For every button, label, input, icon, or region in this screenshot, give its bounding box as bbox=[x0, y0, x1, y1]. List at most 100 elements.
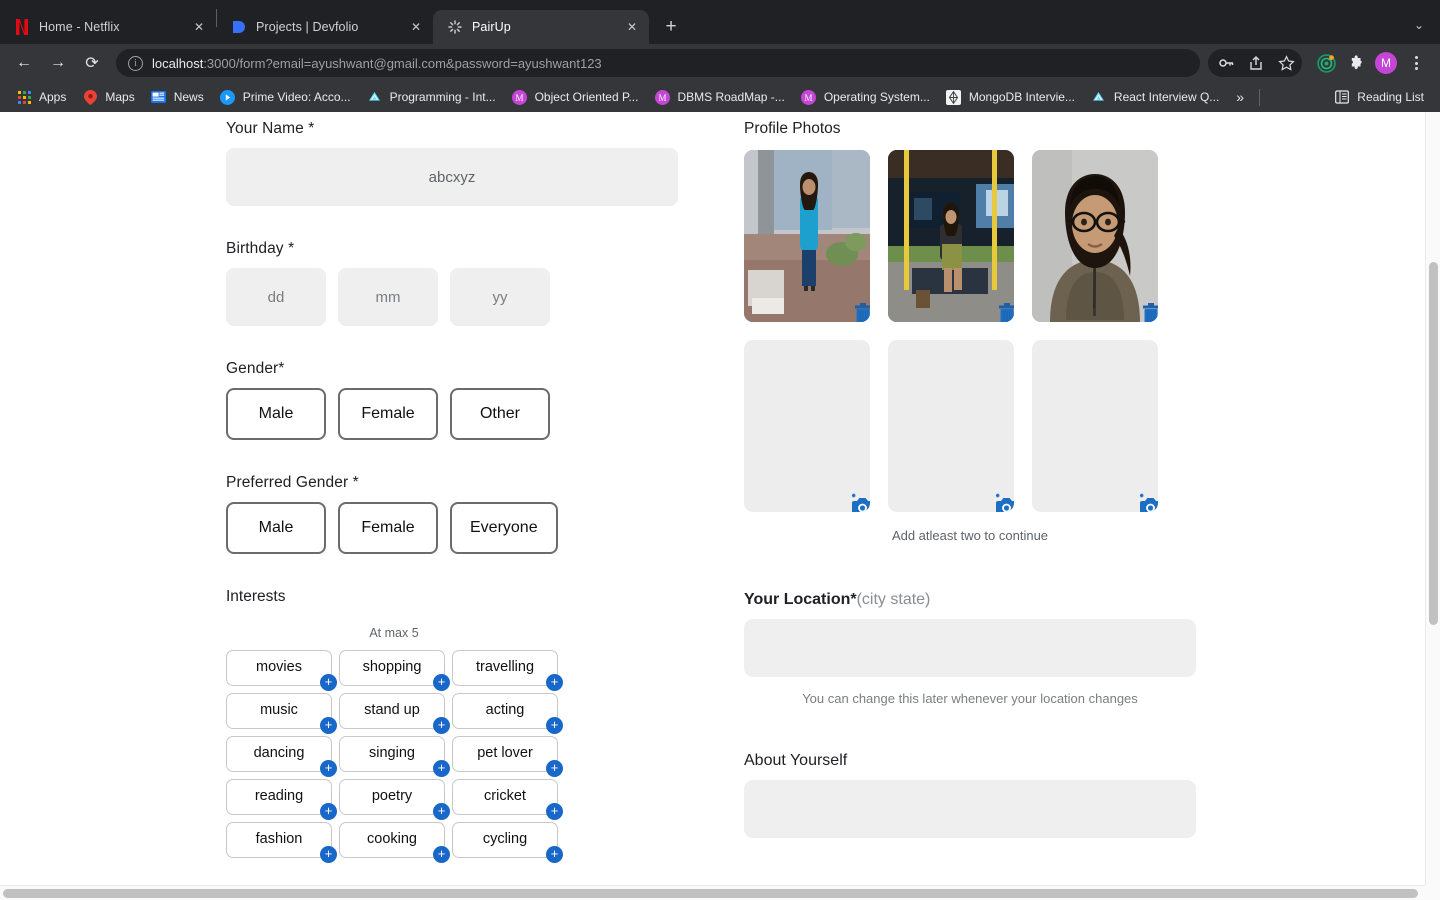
plus-icon[interactable]: + bbox=[546, 674, 563, 691]
interest-chip[interactable]: dancing + bbox=[226, 736, 337, 777]
close-icon[interactable]: ✕ bbox=[190, 18, 208, 36]
close-icon[interactable]: ✕ bbox=[407, 18, 425, 36]
address-bar-url: localhost:3000/form?email=ayushwant@gmai… bbox=[152, 56, 602, 71]
password-key-icon[interactable] bbox=[1212, 49, 1240, 77]
bookmark-item-prime-video[interactable]: Prime Video: Acco... bbox=[212, 86, 359, 108]
interest-chip[interactable]: shopping + bbox=[339, 650, 450, 691]
interest-chip[interactable]: cricket + bbox=[452, 779, 563, 820]
interest-chip[interactable]: poetry + bbox=[339, 779, 450, 820]
plus-icon[interactable]: + bbox=[433, 717, 450, 734]
plus-icon[interactable]: + bbox=[546, 846, 563, 863]
close-icon[interactable]: ✕ bbox=[623, 18, 641, 36]
svg-text:M: M bbox=[805, 93, 813, 103]
location-input[interactable] bbox=[744, 619, 1196, 677]
add-photo-camera-icon[interactable] bbox=[992, 490, 1014, 512]
add-photo-camera-icon[interactable] bbox=[848, 490, 870, 512]
preferred-gender-option-male[interactable]: Male bbox=[226, 502, 326, 554]
profile-photo-slot-filled[interactable] bbox=[888, 150, 1014, 322]
interest-chip[interactable]: movies + bbox=[226, 650, 337, 691]
plus-icon[interactable]: + bbox=[320, 803, 337, 820]
interest-chip[interactable]: pet lover + bbox=[452, 736, 563, 777]
profile-photo-grid bbox=[744, 150, 1360, 512]
interest-chip[interactable]: cycling + bbox=[452, 822, 563, 863]
delete-trash-icon[interactable] bbox=[1136, 300, 1158, 322]
medium-bookmark-icon bbox=[1091, 89, 1107, 105]
name-input[interactable]: abcxyz bbox=[226, 148, 678, 206]
extensions-puzzle-icon[interactable] bbox=[1342, 49, 1370, 77]
plus-icon[interactable]: + bbox=[320, 846, 337, 863]
reload-button[interactable]: ⟳ bbox=[78, 49, 106, 77]
browser-tab-devfolio[interactable]: Projects | Devfolio ✕ bbox=[217, 10, 433, 44]
browser-menu-icon[interactable] bbox=[1402, 49, 1430, 77]
birthday-month-input[interactable]: mm bbox=[338, 268, 438, 326]
forward-button[interactable]: → bbox=[44, 49, 72, 77]
plus-icon[interactable]: + bbox=[320, 760, 337, 777]
plus-icon[interactable]: + bbox=[433, 760, 450, 777]
profile-photo-slot-empty[interactable] bbox=[744, 340, 870, 512]
bookmark-item-mongodb[interactable]: MongoDB Intervie... bbox=[938, 86, 1083, 108]
interest-chip[interactable]: music + bbox=[226, 693, 337, 734]
new-tab-button[interactable]: + bbox=[657, 13, 685, 41]
bookmark-item-programming[interactable]: Programming - Int... bbox=[359, 86, 504, 108]
extension-target-icon[interactable] bbox=[1312, 49, 1340, 77]
plus-icon[interactable]: + bbox=[320, 674, 337, 691]
interest-chip[interactable]: fashion + bbox=[226, 822, 337, 863]
tab-title: Home - Netflix bbox=[39, 20, 120, 34]
preferred-gender-option-female[interactable]: Female bbox=[338, 502, 438, 554]
bookmark-item-news[interactable]: News bbox=[143, 86, 212, 108]
birthday-year-input[interactable]: yy bbox=[450, 268, 550, 326]
browser-tab-netflix[interactable]: Home - Netflix ✕ bbox=[0, 10, 216, 44]
plus-icon[interactable]: + bbox=[433, 674, 450, 691]
bookmark-item-oop[interactable]: M Object Oriented P... bbox=[504, 86, 647, 108]
delete-trash-icon[interactable] bbox=[992, 300, 1014, 322]
horizontal-scrollbar-thumb[interactable] bbox=[3, 889, 1418, 898]
plus-icon[interactable]: + bbox=[320, 717, 337, 734]
devfolio-icon bbox=[231, 19, 247, 35]
bookmark-item-dbms[interactable]: M DBMS RoadMap -... bbox=[646, 86, 792, 108]
interest-chip[interactable]: travelling + bbox=[452, 650, 563, 691]
gender-option-male[interactable]: Male bbox=[226, 388, 326, 440]
interest-chip[interactable]: singing + bbox=[339, 736, 450, 777]
reading-list-button[interactable]: Reading List bbox=[1326, 86, 1432, 108]
add-photo-camera-icon[interactable] bbox=[1136, 490, 1158, 512]
address-bar[interactable]: i localhost:3000/form?email=ayushwant@gm… bbox=[116, 49, 1200, 77]
bookmarks-overflow-button[interactable]: » bbox=[1227, 86, 1253, 108]
about-textarea[interactable] bbox=[744, 780, 1196, 838]
birthday-day-input[interactable]: dd bbox=[226, 268, 326, 326]
plus-icon[interactable]: + bbox=[433, 846, 450, 863]
delete-trash-icon[interactable] bbox=[848, 300, 870, 322]
bookmark-star-icon[interactable] bbox=[1272, 49, 1300, 77]
vertical-scrollbar-thumb[interactable] bbox=[1429, 262, 1438, 625]
interest-label: shopping bbox=[362, 659, 422, 675]
horizontal-scrollbar[interactable] bbox=[0, 885, 1425, 900]
share-icon[interactable] bbox=[1242, 49, 1270, 77]
plus-icon[interactable]: + bbox=[546, 803, 563, 820]
profile-photo-slot-filled[interactable] bbox=[1032, 150, 1158, 322]
bookmark-item-maps[interactable]: Maps bbox=[74, 86, 142, 108]
tab-title: PairUp bbox=[472, 20, 511, 34]
preferred-gender-option-everyone[interactable]: Everyone bbox=[450, 502, 558, 554]
interest-chip[interactable]: reading + bbox=[226, 779, 337, 820]
plus-icon[interactable]: + bbox=[546, 717, 563, 734]
plus-icon[interactable]: + bbox=[546, 760, 563, 777]
interest-chip[interactable]: acting + bbox=[452, 693, 563, 734]
site-info-icon[interactable]: i bbox=[128, 55, 143, 71]
chevron-down-icon[interactable]: ⌄ bbox=[1408, 14, 1430, 36]
avatar[interactable]: M bbox=[1372, 49, 1400, 77]
profile-photo-slot-filled[interactable] bbox=[744, 150, 870, 322]
bookmarks-bar: Apps Maps News Prime Video: Acco... Prog bbox=[0, 82, 1440, 112]
bookmark-item-operating-systems[interactable]: M Operating System... bbox=[793, 86, 938, 108]
browser-tab-pairup[interactable]: PairUp ✕ bbox=[433, 10, 649, 44]
profile-photo-slot-empty[interactable] bbox=[888, 340, 1014, 512]
interest-chip[interactable]: cooking + bbox=[339, 822, 450, 863]
gender-option-female[interactable]: Female bbox=[338, 388, 438, 440]
vertical-scrollbar[interactable] bbox=[1425, 112, 1440, 900]
gender-option-other[interactable]: Other bbox=[450, 388, 550, 440]
back-button[interactable]: ← bbox=[10, 49, 38, 77]
bookmark-item-apps[interactable]: Apps bbox=[8, 86, 74, 108]
form-right-column: Profile Photos Add atleast two to contin… bbox=[720, 112, 1360, 892]
plus-icon[interactable]: + bbox=[433, 803, 450, 820]
bookmark-item-react[interactable]: React Interview Q... bbox=[1083, 86, 1227, 108]
profile-photo-slot-empty[interactable] bbox=[1032, 340, 1158, 512]
interest-chip[interactable]: stand up + bbox=[339, 693, 450, 734]
